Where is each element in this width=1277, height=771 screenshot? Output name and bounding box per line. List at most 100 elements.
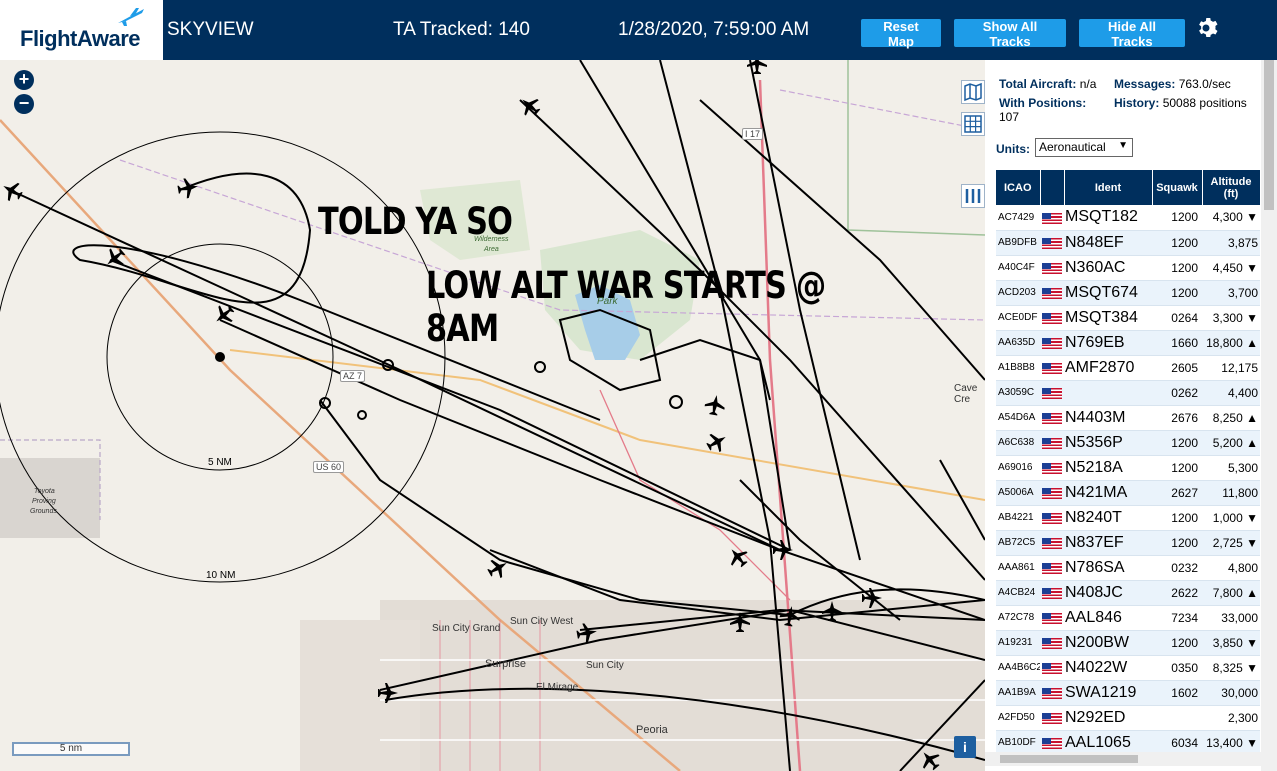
boundary-line <box>779 89 985 131</box>
squawk-cell: 0262 <box>1152 380 1202 406</box>
grid-button[interactable] <box>961 112 985 136</box>
table-row[interactable]: A1B8B8 AMF2870 2605 12,175 <box>996 355 1260 381</box>
columns-button[interactable] <box>961 184 985 208</box>
altitude-cell: 2,300 <box>1202 705 1260 731</box>
squawk-cell: 1660 <box>1152 330 1202 356</box>
column-header-squawk[interactable]: Squawk <box>1152 170 1203 205</box>
ident-cell: N837EF <box>1064 530 1152 556</box>
column-header-ident[interactable]: Ident <box>1064 170 1153 205</box>
scrollbar-thumb[interactable] <box>1264 60 1274 210</box>
table-row[interactable]: A2FD50 N292ED 2,300 <box>996 705 1260 731</box>
horizontal-scrollbar-thumb[interactable] <box>1000 755 1138 763</box>
map-area[interactable]: + − TOLD YA SO LOW ALT WAR STARTS @ 8AM … <box>0 60 985 771</box>
zoom-out-button[interactable]: − <box>14 94 34 114</box>
ident-cell: MSQT384 <box>1064 305 1152 331</box>
info-icon[interactable]: i <box>954 736 976 758</box>
squawk-cell <box>1152 705 1202 731</box>
table-row[interactable]: ACD203 MSQT674 1200 3,700 <box>996 280 1260 306</box>
table-row[interactable]: ACE0DF MSQT384 0264 3,300 ▼ <box>996 305 1260 331</box>
us-flag-icon <box>1042 562 1062 574</box>
altitude-cell: 4,300 ▼ <box>1202 205 1260 231</box>
table-row[interactable]: AA635D N769EB 1660 18,800 ▲ <box>996 330 1260 356</box>
table-row[interactable]: A40C4F N360AC 1200 4,450 ▼ <box>996 255 1260 281</box>
aircraft-icon <box>216 305 235 323</box>
flag-cell <box>1040 480 1064 506</box>
table-row[interactable]: A5006A N421MA 2627 11,800 <box>996 480 1260 506</box>
column-header-flag[interactable] <box>1040 170 1065 205</box>
aircraft-icon <box>3 182 23 202</box>
table-row[interactable]: A4CB24 N408JC 2622 7,800 ▲ <box>996 580 1260 606</box>
flag-cell <box>1040 330 1064 356</box>
stat-label: Total Aircraft: <box>999 77 1077 91</box>
hide-all-tracks-button[interactable]: Hide All Tracks <box>1079 19 1185 49</box>
icao-cell: A1B8B8 <box>996 355 1040 381</box>
table-row[interactable]: AB4221 N8240T 1200 1,000 ▼ <box>996 505 1260 531</box>
reset-map-button[interactable]: Reset Map <box>861 19 941 49</box>
squawk-cell: 1200 <box>1152 280 1202 306</box>
altitude-cell: 3,875 <box>1202 230 1260 256</box>
app-name: SKYVIEW <box>167 19 254 40</box>
receiver-marker <box>215 352 225 362</box>
table-row[interactable]: AA4B6C2 N4022W 0350 8,325 ▼ <box>996 655 1260 681</box>
show-all-tracks-button[interactable]: Show All Tracks <box>954 19 1066 49</box>
ident-cell: N4403M <box>1064 405 1152 431</box>
place-label: Park <box>597 296 618 307</box>
flag-cell <box>1040 580 1064 606</box>
table-row[interactable]: AC7429 MSQT182 1200 4,300 ▼ <box>996 205 1260 231</box>
icao-cell: A2FD50 <box>996 705 1040 731</box>
ident-cell: MSQT674 <box>1064 280 1152 306</box>
flag-cell <box>1040 255 1064 281</box>
place-label: Sun City Grand <box>432 623 501 634</box>
column-header-icao[interactable]: ICAO <box>996 170 1041 205</box>
icao-cell: A6C638 <box>996 430 1040 456</box>
icao-cell: A40C4F <box>996 255 1040 281</box>
place-label: Toyota <box>34 488 55 495</box>
ident-cell: N360AC <box>1064 255 1152 281</box>
icao-cell: AB4221 <box>996 505 1040 531</box>
table-row[interactable]: A72C78 AAL846 7234 33,000 <box>996 605 1260 631</box>
units-select[interactable]: Aeronautical ▼ <box>1035 138 1133 157</box>
table-row[interactable]: AA1B9A SWA1219 1602 30,000 <box>996 680 1260 706</box>
ident-cell: N5218A <box>1064 455 1152 481</box>
us-flag-icon <box>1042 312 1062 324</box>
column-header-altitude[interactable]: Altitude (ft) <box>1202 170 1261 205</box>
stat-messages: Messages: 763.0/sec <box>1114 77 1231 91</box>
ident-cell: AMF2870 <box>1064 355 1152 381</box>
clock: 1/28/2020, 7:59:00 AM <box>618 19 810 40</box>
us-flag-icon <box>1042 362 1062 374</box>
logo-text: FlightAware <box>20 26 141 51</box>
us-flag-icon <box>1042 537 1062 549</box>
us-flag-icon <box>1042 212 1062 224</box>
table-row[interactable]: A3059C 0262 4,400 <box>996 380 1260 406</box>
squawk-cell: 2622 <box>1152 580 1202 606</box>
table-row[interactable]: AB72C5 N837EF 1200 2,725 ▼ <box>996 530 1260 556</box>
table-row[interactable]: A19231 N200BW 1200 3,850 ▼ <box>996 630 1260 656</box>
ident-cell <box>1064 380 1152 406</box>
table-header: ICAO Ident Squawk Altitude (ft) <box>996 170 1261 205</box>
table-row[interactable]: A54D6A N4403M 2676 8,250 ▲ <box>996 405 1260 431</box>
squawk-cell: 1602 <box>1152 680 1202 706</box>
road-shield: AZ 7 <box>340 370 366 382</box>
layers-button[interactable] <box>961 80 985 104</box>
gear-icon[interactable] <box>1196 16 1220 40</box>
ident-cell: N200BW <box>1064 630 1152 656</box>
icao-cell: A54D6A <box>996 405 1040 431</box>
table-row[interactable]: A6C638 N5356P 1200 5,200 ▲ <box>996 430 1260 456</box>
us-flag-icon <box>1042 737 1062 749</box>
zoom-in-button[interactable]: + <box>14 70 34 90</box>
columns-icon <box>965 189 981 203</box>
logo[interactable]: FlightAware <box>0 0 163 60</box>
altitude-cell: 1,000 ▼ <box>1202 505 1260 531</box>
place-label: Peoria <box>636 724 668 736</box>
altitude-cell: 18,800 ▲ <box>1202 330 1260 356</box>
table-row[interactable]: AB9DFB N848EF 1200 3,875 <box>996 230 1260 256</box>
altitude-cell: 3,700 <box>1202 280 1260 306</box>
us-flag-icon <box>1042 387 1062 399</box>
ident-cell: N8240T <box>1064 505 1152 531</box>
icao-cell: ACE0DF <box>996 305 1040 331</box>
icao-cell: AA4B6C2 <box>996 655 1040 681</box>
table-row[interactable]: AAA861 N786SA 0232 4,800 <box>996 555 1260 581</box>
us-flag-icon <box>1042 337 1062 349</box>
altitude-cell: 7,800 ▲ <box>1202 580 1260 606</box>
table-row[interactable]: A69016 N5218A 1200 5,300 <box>996 455 1260 481</box>
